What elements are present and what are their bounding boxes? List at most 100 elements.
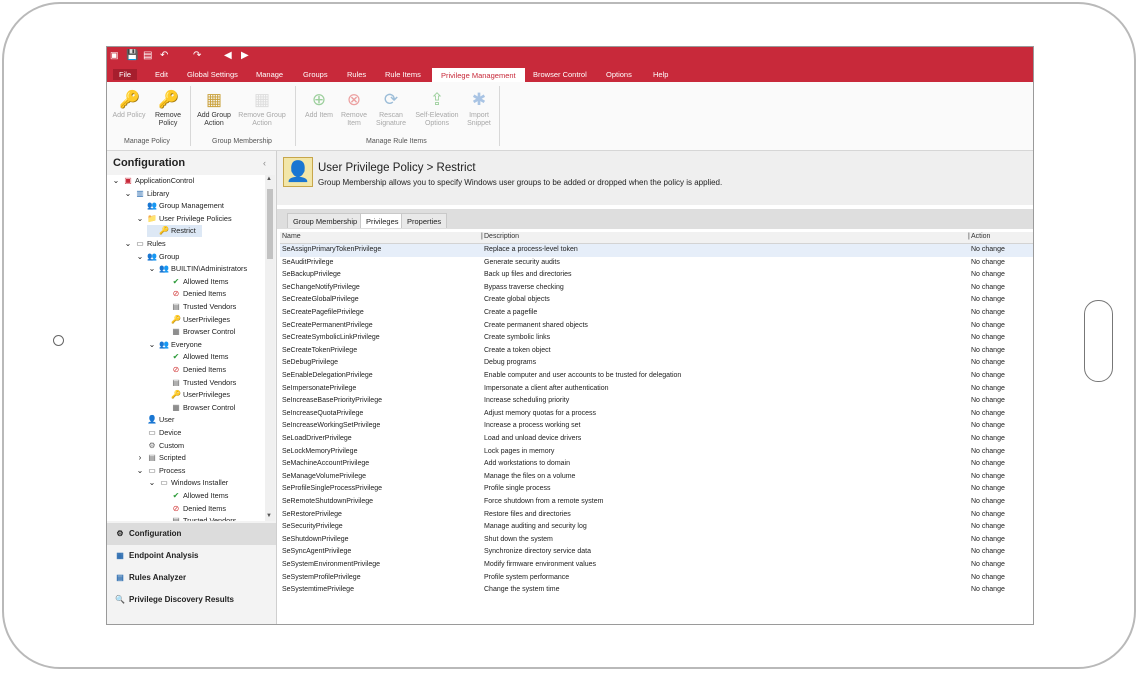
- tab-group-membership[interactable]: Group Membership: [287, 213, 364, 228]
- tree-item[interactable]: ✔ Allowed Items: [159, 276, 229, 288]
- table-row[interactable]: SeIncreaseQuotaPrivilege Adjust memory qu…: [280, 408, 1033, 421]
- table-row[interactable]: SeCreatePagefilePrivilege Create a pagefi…: [280, 307, 1033, 320]
- chevron-down-icon[interactable]: ⌄: [135, 213, 145, 225]
- table-row[interactable]: SeSecurityPrivilege Manage auditing and s…: [280, 521, 1033, 534]
- column-name[interactable]: Name: [282, 233, 301, 240]
- privilege-action-cell[interactable]: No change: [971, 446, 1005, 459]
- tree-item[interactable]: ⊘ Denied Items: [159, 364, 226, 376]
- home-button[interactable]: [53, 335, 64, 346]
- privilege-action-cell[interactable]: No change: [971, 546, 1005, 559]
- table-row[interactable]: SeSystemtimePrivilege Change the system t…: [280, 584, 1033, 597]
- nav-endpoint-analysis[interactable]: ▦ Endpoint Analysis: [107, 545, 276, 567]
- tree-item[interactable]: ⌄ 📁 User Privilege Policies: [135, 213, 232, 225]
- privilege-action-cell[interactable]: No change: [971, 420, 1005, 433]
- privilege-action-cell[interactable]: No change: [971, 496, 1005, 509]
- table-row[interactable]: SeChangeNotifyPrivilege Bypass traverse c…: [280, 282, 1033, 295]
- menu-browser-control[interactable]: Browser Control: [533, 70, 587, 79]
- table-row[interactable]: SeSystemEnvironmentPrivilege Modify firmw…: [280, 559, 1033, 572]
- privilege-action-cell[interactable]: No change: [971, 345, 1005, 358]
- privilege-action-cell[interactable]: No change: [971, 320, 1005, 333]
- menu-rule-items[interactable]: Rule Items: [385, 70, 421, 79]
- privilege-action-cell[interactable]: No change: [971, 395, 1005, 408]
- nav-privilege-discovery[interactable]: 🔍 Privilege Discovery Results: [107, 589, 276, 611]
- back-icon[interactable]: ◀: [224, 50, 232, 61]
- menu-manage[interactable]: Manage: [256, 70, 283, 79]
- tree-item[interactable]: ▦ Browser Control: [159, 402, 235, 414]
- add-policy-button[interactable]: 🔑 Add Policy: [109, 90, 149, 120]
- scroll-down-icon[interactable]: ▼: [266, 513, 272, 519]
- collapse-pane-icon[interactable]: ‹: [263, 158, 266, 168]
- table-row[interactable]: SeLoadDriverPrivilege Load and unload dev…: [280, 433, 1033, 446]
- chevron-down-icon[interactable]: ⌄: [135, 465, 145, 477]
- menu-rules[interactable]: Rules: [347, 70, 366, 79]
- tree-item[interactable]: ✔ Allowed Items: [159, 351, 229, 363]
- privilege-action-cell[interactable]: No change: [971, 257, 1005, 270]
- column-action[interactable]: Action: [971, 233, 990, 240]
- add-group-action-button[interactable]: ▦ Add Group Action: [194, 90, 234, 128]
- tree-item[interactable]: ▦ Browser Control: [159, 326, 235, 338]
- table-row[interactable]: SeSystemProfilePrivilege Profile system p…: [280, 572, 1033, 585]
- chevron-down-icon[interactable]: ⌄: [135, 251, 145, 263]
- tree-item[interactable]: ⊘ Denied Items: [159, 503, 226, 515]
- privilege-action-cell[interactable]: No change: [971, 509, 1005, 522]
- nav-configuration[interactable]: ⚙ Configuration: [107, 523, 276, 545]
- menu-options[interactable]: Options: [606, 70, 632, 79]
- table-row[interactable]: SeProfileSingleProcessPrivilege Profile s…: [280, 483, 1033, 496]
- forward-icon[interactable]: ▶: [241, 50, 249, 61]
- tree-item[interactable]: ⌄ ▣ ApplicationControl: [111, 175, 195, 187]
- table-row[interactable]: SeAssignPrimaryTokenPrivilege Replace a p…: [280, 244, 1033, 257]
- table-row[interactable]: SeMachineAccountPrivilege Add workstation…: [280, 458, 1033, 471]
- chevron-down-icon[interactable]: ⌄: [111, 175, 121, 187]
- privilege-action-cell[interactable]: No change: [971, 294, 1005, 307]
- privilege-action-cell[interactable]: No change: [971, 357, 1005, 370]
- undo-icon[interactable]: ↶: [160, 50, 168, 61]
- chevron-right-icon[interactable]: ›: [135, 452, 145, 464]
- tree-item[interactable]: ▤ Trusted Vendors: [159, 377, 236, 389]
- chevron-down-icon[interactable]: ⌄: [147, 339, 157, 351]
- privilege-action-cell[interactable]: No change: [971, 307, 1005, 320]
- table-row[interactable]: SeCreatePermanentPrivilege Create permane…: [280, 320, 1033, 333]
- scroll-thumb[interactable]: [267, 189, 273, 259]
- privilege-action-cell[interactable]: No change: [971, 471, 1005, 484]
- remove-item-button[interactable]: ⊗ Remove Item: [334, 90, 374, 128]
- redo-icon[interactable]: ↷: [193, 50, 201, 61]
- tab-privileges[interactable]: Privileges: [360, 213, 405, 228]
- privilege-action-cell[interactable]: No change: [971, 559, 1005, 572]
- menu-edit[interactable]: Edit: [155, 70, 168, 79]
- tree-item[interactable]: 👥 Group Management: [135, 200, 224, 212]
- remove-group-action-button[interactable]: ▦ Remove Group Action: [237, 90, 287, 128]
- table-row[interactable]: SeDebugPrivilege Debug programs No change: [280, 357, 1033, 370]
- nav-rules-analyzer[interactable]: ▤ Rules Analyzer: [107, 567, 276, 589]
- self-elevation-options-button[interactable]: ⇪ Self-Elevation Options: [412, 90, 462, 128]
- table-row[interactable]: SeImpersonatePrivilege Impersonate a clie…: [280, 383, 1033, 396]
- privilege-action-cell[interactable]: No change: [971, 483, 1005, 496]
- table-row[interactable]: SeRemoteShutdownPrivilege Force shutdown …: [280, 496, 1033, 509]
- remove-policy-button[interactable]: 🔑 Remove Policy: [148, 90, 188, 128]
- privilege-action-cell[interactable]: No change: [971, 572, 1005, 585]
- table-row[interactable]: SeBackupPrivilege Back up files and direc…: [280, 269, 1033, 282]
- table-row[interactable]: SeCreateSymbolicLinkPrivilege Create symb…: [280, 332, 1033, 345]
- column-description[interactable]: Description: [484, 233, 519, 240]
- privilege-action-cell[interactable]: No change: [971, 521, 1005, 534]
- privilege-action-cell[interactable]: No change: [971, 458, 1005, 471]
- privilege-action-cell[interactable]: No change: [971, 433, 1005, 446]
- tree-item[interactable]: ⌄ 👥 Group: [135, 251, 180, 263]
- privilege-action-cell[interactable]: No change: [971, 244, 1005, 257]
- table-row[interactable]: SeManageVolumePrivilege Manage the files …: [280, 471, 1033, 484]
- table-row[interactable]: SeCreateGlobalPrivilege Create global obj…: [280, 294, 1033, 307]
- privilege-action-cell[interactable]: No change: [971, 282, 1005, 295]
- tree-item[interactable]: ▤ Trusted Vendors: [159, 515, 236, 521]
- menu-global-settings[interactable]: Global Settings: [187, 70, 238, 79]
- rescan-signature-button[interactable]: ⟳ Rescan Signature: [371, 90, 411, 128]
- tree-item[interactable]: 👤 User: [135, 414, 174, 426]
- table-row[interactable]: SeEnableDelegationPrivilege Enable comput…: [280, 370, 1033, 383]
- tree-item[interactable]: ⌄ 👥 Everyone: [147, 339, 202, 351]
- table-row[interactable]: SeIncreaseBasePriorityPrivilege Increase …: [280, 395, 1033, 408]
- tree-item[interactable]: ⌄ ▥ Library: [123, 188, 170, 200]
- chevron-down-icon[interactable]: ⌄: [147, 263, 157, 275]
- privilege-action-cell[interactable]: No change: [971, 383, 1005, 396]
- chevron-down-icon[interactable]: ⌄: [123, 188, 133, 200]
- side-button[interactable]: [1084, 300, 1113, 382]
- privilege-action-cell[interactable]: No change: [971, 269, 1005, 282]
- privilege-action-cell[interactable]: No change: [971, 370, 1005, 383]
